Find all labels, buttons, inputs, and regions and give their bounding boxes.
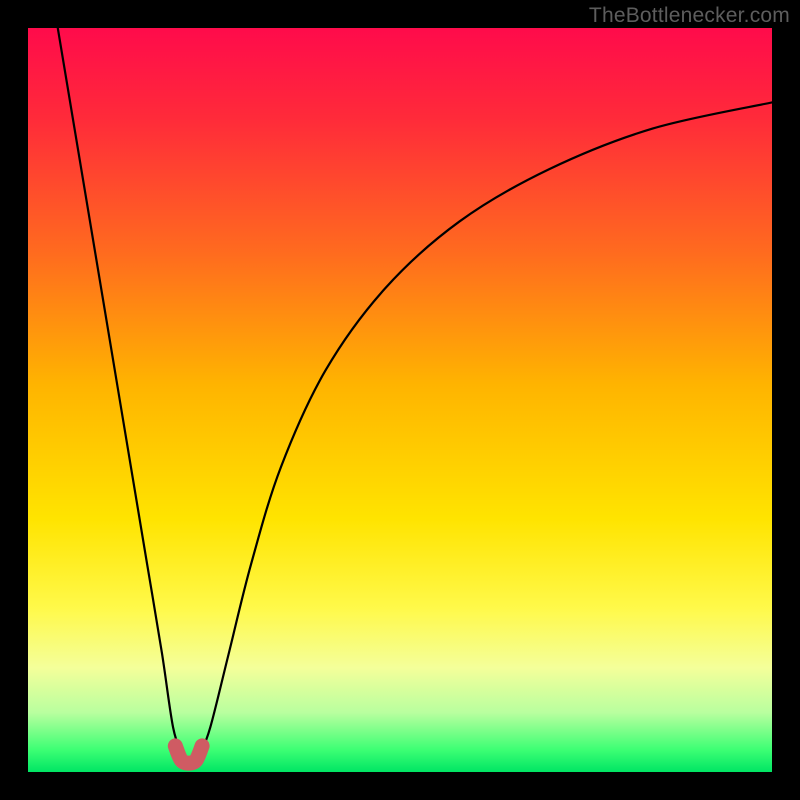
attribution-text: TheBottlenecker.com (589, 4, 790, 28)
bottleneck-chart (28, 28, 772, 772)
chart-frame: TheBottlenecker.com (0, 0, 800, 800)
gradient-background (28, 28, 772, 772)
plot-area (28, 28, 772, 772)
